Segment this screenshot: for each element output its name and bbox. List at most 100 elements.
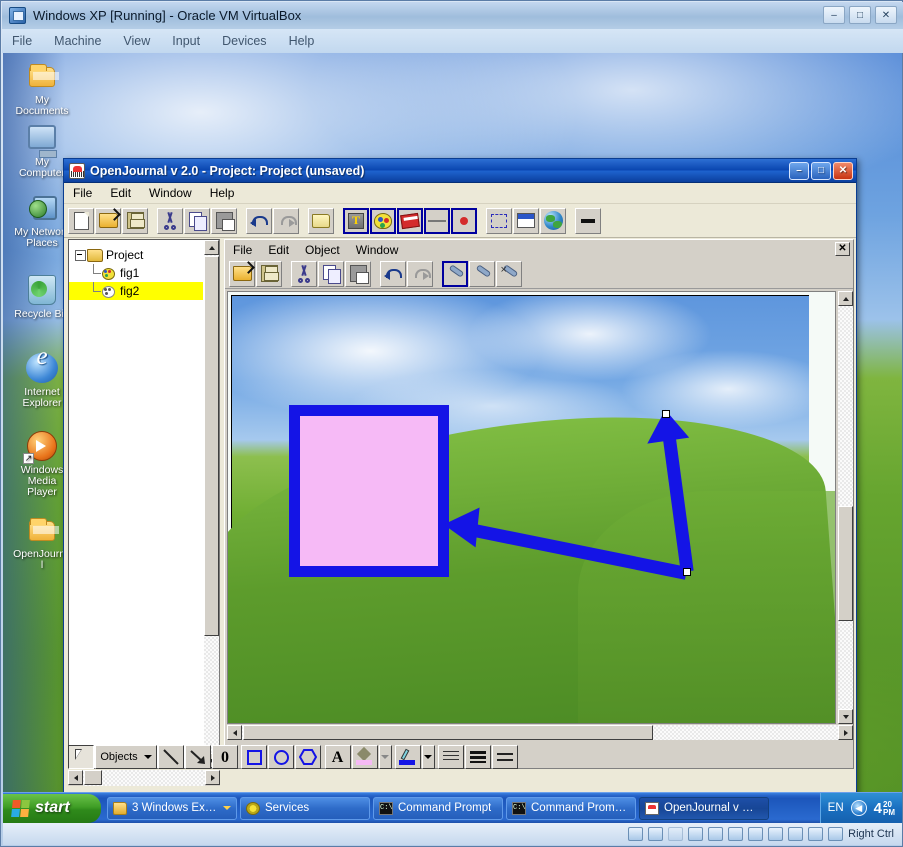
select-region-button[interactable]: [486, 207, 512, 234]
hard-disk-icon[interactable]: [628, 827, 644, 841]
virtualbox-window-controls[interactable]: – □ ✕: [823, 6, 897, 24]
floppy-icon[interactable]: [668, 827, 684, 841]
menu-machine[interactable]: Machine: [54, 34, 101, 48]
scroll-right-button[interactable]: [838, 725, 853, 740]
menu-help[interactable]: Help: [210, 186, 235, 200]
close-button[interactable]: ✕: [875, 6, 897, 24]
minimize-button[interactable]: –: [823, 6, 845, 24]
figure-editor-menubar[interactable]: File Edit Object Window ✕: [225, 240, 853, 259]
arrow-tool[interactable]: [185, 745, 211, 769]
selection-handle[interactable]: [683, 568, 691, 576]
stroke-color-dropdown[interactable]: [421, 745, 435, 769]
host-key-icon[interactable]: [828, 827, 844, 841]
language-indicator[interactable]: EN: [828, 802, 844, 814]
scroll-down-button[interactable]: [838, 709, 853, 724]
desktop-icon-my-documents[interactable]: My Documents: [11, 61, 73, 117]
network-icon[interactable]: [688, 827, 704, 841]
cut-button[interactable]: [291, 260, 317, 287]
tree-item-project[interactable]: Project: [69, 246, 203, 264]
menu-window[interactable]: Window: [356, 243, 399, 257]
volume-icon[interactable]: ◀: [850, 800, 867, 816]
project-tree[interactable]: Project fig1 fig2: [69, 240, 203, 768]
rectangle-tool[interactable]: [241, 745, 268, 769]
redo-button[interactable]: [407, 260, 433, 287]
annotate-page-button[interactable]: [469, 260, 495, 287]
scroll-thumb[interactable]: [243, 725, 653, 740]
taskbar-item-windows-explorer[interactable]: 3 Windows Ex…: [107, 796, 237, 820]
menu-edit[interactable]: Edit: [110, 186, 131, 200]
object-toolbar[interactable]: Objects 0 A: [68, 744, 518, 770]
notebook-button[interactable]: [397, 207, 423, 234]
tree-item-fig1[interactable]: fig1: [69, 264, 203, 282]
line-style-arrows[interactable]: [492, 745, 518, 769]
figure-button[interactable]: [370, 207, 396, 234]
erase-pen-button[interactable]: [496, 260, 522, 287]
draw-pen-button[interactable]: [442, 260, 468, 287]
line-object-button[interactable]: [424, 207, 450, 234]
start-button[interactable]: start: [3, 793, 101, 823]
remote-desktop-icon[interactable]: [768, 827, 784, 841]
usb-icon[interactable]: [708, 827, 724, 841]
taskbar-item-command-prompt-1[interactable]: C:\ Command Prompt: [373, 796, 503, 820]
taskbar-item-services[interactable]: Services: [240, 796, 370, 820]
menu-window[interactable]: Window: [149, 186, 192, 200]
menu-file[interactable]: File: [233, 243, 252, 257]
tree-vertical-scrollbar[interactable]: [204, 240, 219, 768]
close-icon[interactable]: ✕: [835, 242, 850, 256]
canvas-vertical-scrollbar[interactable]: [838, 291, 853, 724]
menu-devices[interactable]: Devices: [222, 34, 266, 48]
scroll-up-button[interactable]: [838, 291, 853, 306]
clock[interactable]: 4 20 PM: [874, 800, 895, 817]
expand-collapse-icon[interactable]: [73, 246, 87, 264]
figure-canvas[interactable]: [228, 295, 835, 723]
windows-taskbar[interactable]: start 3 Windows Ex… Services C:\ Command…: [3, 792, 902, 824]
figure-editor-toolbar[interactable]: [225, 259, 853, 289]
objects-dropdown[interactable]: Objects: [95, 745, 157, 769]
maximize-button[interactable]: □: [849, 6, 871, 24]
line-style-thick[interactable]: [465, 745, 491, 769]
line-style-dotted[interactable]: [438, 745, 464, 769]
scroll-up-button[interactable]: [204, 240, 219, 255]
openjournal-titlebar[interactable]: OpenJournal v 2.0 - Project: Project (un…: [64, 159, 856, 183]
virtualbox-menubar[interactable]: File Machine View Input Devices Help: [2, 29, 903, 53]
openjournal-toolbar[interactable]: T: [64, 204, 856, 238]
polygon-tool[interactable]: [295, 745, 322, 769]
menu-input[interactable]: Input: [172, 34, 200, 48]
copy-button[interactable]: [318, 260, 344, 287]
new-document-button[interactable]: [68, 207, 94, 234]
point-object-button[interactable]: [451, 207, 477, 234]
save-button[interactable]: [122, 207, 148, 234]
menu-help[interactable]: Help: [289, 34, 315, 48]
cpu-icon[interactable]: [788, 827, 804, 841]
openjournal-window-controls[interactable]: – □ ✕: [789, 161, 856, 180]
open-button[interactable]: [229, 260, 255, 287]
windows-desktop[interactable]: My Documents My Computer My Network Plac…: [3, 53, 902, 793]
menu-file[interactable]: File: [73, 186, 92, 200]
system-tray[interactable]: EN ◀ 4 20 PM: [819, 792, 902, 824]
menu-edit[interactable]: Edit: [268, 243, 289, 257]
line-tool[interactable]: [158, 745, 184, 769]
ellipse-outline-tool[interactable]: 0: [212, 745, 238, 769]
shared-folders-icon[interactable]: [728, 827, 744, 841]
fill-color-tool[interactable]: [351, 745, 378, 769]
tree-item-fig2[interactable]: fig2: [69, 282, 203, 300]
circle-tool[interactable]: [268, 745, 295, 769]
scroll-left-button[interactable]: [227, 725, 242, 740]
taskbar-item-openjournal[interactable]: OpenJournal v …: [639, 796, 769, 820]
maximize-button[interactable]: □: [811, 161, 831, 180]
text-tool[interactable]: A: [324, 745, 351, 769]
scroll-thumb[interactable]: [84, 770, 102, 785]
scroll-right-button[interactable]: [205, 770, 220, 785]
mouse-integration-icon[interactable]: [808, 827, 824, 841]
redo-button[interactable]: [273, 207, 299, 234]
cut-button[interactable]: [157, 207, 183, 234]
project-tree-panel[interactable]: Project fig1 fig2: [68, 239, 220, 769]
paste-button[interactable]: [345, 260, 371, 287]
taskbar-items[interactable]: 3 Windows Ex… Services C:\ Command Promp…: [107, 796, 820, 820]
taskbar-item-command-prompt-2[interactable]: C:\ Command Prom…: [506, 796, 636, 820]
display-icon[interactable]: [748, 827, 764, 841]
selection-handle[interactable]: [662, 410, 670, 418]
undo-button[interactable]: [380, 260, 406, 287]
pointer-tool[interactable]: [68, 745, 94, 769]
canvas-area[interactable]: [227, 291, 853, 740]
